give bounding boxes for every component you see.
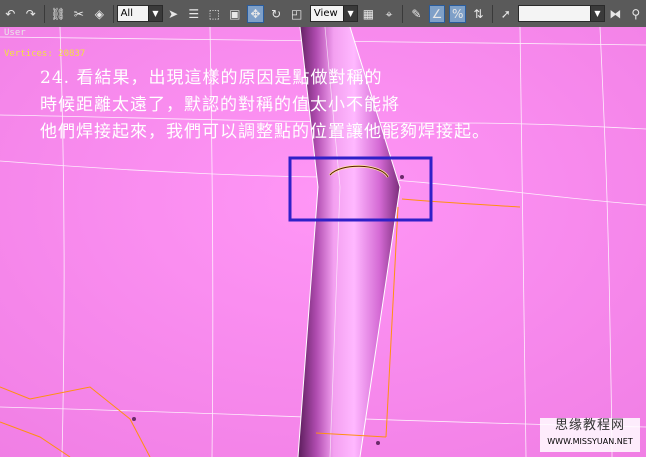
vertex-point[interactable] <box>376 441 380 445</box>
select-and-scale-icon[interactable]: ◰ <box>288 5 305 23</box>
chevron-down-icon: ▼ <box>147 6 162 21</box>
align-icon[interactable]: ⚲ <box>627 5 644 23</box>
select-object-icon[interactable]: ➤ <box>165 5 182 23</box>
site-watermark: 思缘教程网 WWW.MISSYUAN.NET <box>540 418 640 452</box>
spinner-snap-icon[interactable]: ⇅ <box>470 5 487 23</box>
main-toolbar: ↶ ↷ ⛓ ✂ ◈ All ▼ ➤ ☰ ⬚ ▣ ✥ ↻ ◰ View ▼ ▦ ⌖… <box>0 0 646 28</box>
undo-icon[interactable]: ↶ <box>2 5 19 23</box>
tutorial-caption: 24. 看結果，出現這樣的原因是點做對稱的 時候距離太遠了，默認的對稱的值太小不… <box>40 65 490 146</box>
select-and-rotate-icon[interactable]: ↻ <box>268 5 285 23</box>
angle-snap-icon[interactable]: ∠ <box>428 4 446 23</box>
snaps-toggle-icon[interactable]: ✎ <box>408 5 425 23</box>
selection-filter-value: All <box>120 8 133 19</box>
bind-to-space-warp-icon[interactable]: ◈ <box>91 5 108 23</box>
pivot-center-icon[interactable]: ▦ <box>360 5 377 23</box>
reference-coordinate-value: View <box>313 8 338 19</box>
unlink-selection-icon[interactable]: ✂ <box>71 5 88 23</box>
edit-named-selection-icon[interactable]: ➚ <box>498 5 515 23</box>
mirror-icon[interactable]: ⧓ <box>607 5 624 23</box>
caption-line: 時候距離太遠了，默認的對稱的值太小不能將 <box>40 95 400 115</box>
toolbar-divider <box>112 4 114 23</box>
redo-icon[interactable]: ↷ <box>23 5 40 23</box>
viewport-label[interactable]: User <box>4 28 26 38</box>
watermark-title: 思缘教程网 <box>554 418 625 433</box>
toolbar-divider <box>491 4 493 23</box>
vertex-point[interactable] <box>400 175 404 179</box>
reference-coordinate-dropdown[interactable]: View ▼ <box>309 5 359 22</box>
named-selection-sets-dropdown[interactable]: ▼ <box>518 5 605 22</box>
percent-snap-icon[interactable]: % <box>449 4 467 23</box>
chevron-down-icon: ▼ <box>343 6 358 21</box>
chevron-down-icon: ▼ <box>589 6 604 21</box>
selection-filter-dropdown[interactable]: All ▼ <box>116 5 163 22</box>
toolbar-divider <box>44 4 46 23</box>
vertex-count: Vertices: 20837 <box>4 49 86 59</box>
watermark-url: WWW.MISSYUAN.NET <box>547 437 633 446</box>
vertex-point[interactable] <box>132 417 136 421</box>
caption-line: 24. 看結果，出現這樣的原因是點做對稱的 <box>40 68 383 88</box>
select-by-name-icon[interactable]: ☰ <box>185 5 202 23</box>
viewport[interactable]: User Vertices: 20837 24. 看結果，出現這樣的原因是點做對… <box>0 27 646 457</box>
rectangular-selection-icon[interactable]: ⬚ <box>206 5 223 23</box>
toolbar-divider <box>402 4 404 23</box>
window-crossing-icon[interactable]: ▣ <box>227 5 244 23</box>
caption-line: 他們焊接起來，我們可以調整點的位置讓他能夠焊接起。 <box>40 122 490 142</box>
keyboard-shortcut-override-icon[interactable]: ⌖ <box>381 5 398 23</box>
select-and-link-icon[interactable]: ⛓ <box>50 5 67 23</box>
select-and-move-icon[interactable]: ✥ <box>247 4 264 23</box>
